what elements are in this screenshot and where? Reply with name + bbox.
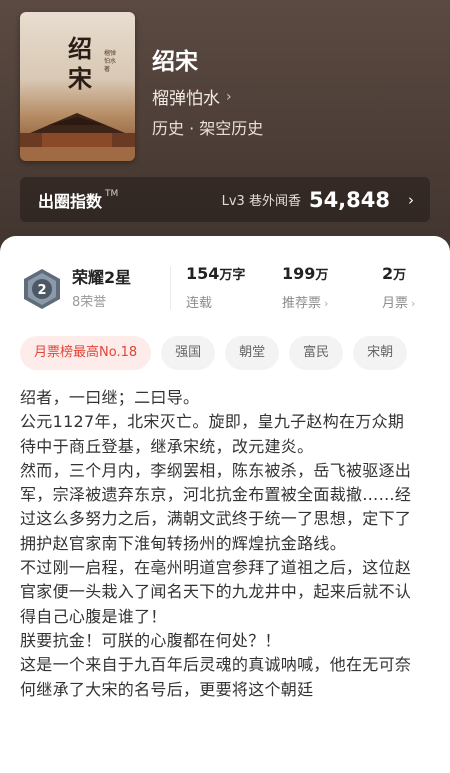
cover-subtitle: 榴弹怕水 著	[104, 50, 117, 73]
tag-item[interactable]: 朝堂	[225, 336, 280, 370]
chevron-right-icon: ›	[324, 297, 329, 310]
synopsis-paragraph: 这是一个来自于九百年后灵魂的真诚呐喊，他在无可奈何继承了大宋的名号后，更要将这个…	[20, 655, 412, 699]
chevron-right-icon: ›	[411, 297, 416, 310]
synopsis-paragraph: 绍者，一曰继；二曰导。	[20, 388, 200, 407]
tag-item[interactable]: 富民	[289, 336, 344, 370]
index-label: 出圈指数	[38, 191, 103, 211]
book-detail-panel: 2 荣耀2星 8荣誉 154万字 连载 199万 推荐票 › 2万 月票 › 月票榜…	[0, 236, 450, 773]
stat-monthly-votes[interactable]: 2万 月票 ›	[382, 264, 415, 311]
stat-value: 154	[186, 264, 220, 283]
cover-title: 绍宋	[68, 34, 92, 93]
stat-recommend-votes[interactable]: 199万 推荐票 ›	[282, 264, 328, 311]
stat-value: 199	[282, 264, 316, 283]
synopsis-paragraph: 然而，三个月内，李纲罢相，陈东被杀，岳飞被驱逐出军，宗泽被遗弃东京，河北抗金布置…	[20, 460, 412, 553]
trademark-mark: TM	[105, 189, 119, 199]
stat-label: 推荐票	[282, 296, 322, 311]
tag-list: 月票榜最高No.18 强国 朝堂 富民 宋朝	[20, 336, 450, 370]
index-level: Lv3 巷外闻香	[221, 194, 301, 209]
index-value: 54,848	[308, 187, 390, 212]
synopsis-paragraph: 公元1127年，北宋灭亡。旋即，皇九子赵构在万众期待中于商丘登基，继承宋统，改元…	[20, 412, 405, 456]
popularity-index-bar[interactable]: 出圈指数 TM Lv3 巷外闻香 54,848 ›	[20, 177, 430, 222]
stat-value: 2	[382, 264, 394, 283]
tag-item[interactable]: 强国	[161, 336, 216, 370]
chevron-right-icon: ›	[226, 88, 232, 105]
chevron-right-icon: ›	[408, 190, 414, 209]
book-genre: 历史 · 架空历史	[152, 119, 264, 138]
author-name: 榴弹怕水	[152, 89, 220, 109]
honor-count: 8荣誉	[72, 295, 107, 310]
stat-unit: 万	[393, 268, 407, 283]
stat-unit: 万字	[219, 268, 246, 283]
synopsis-paragraph: 不过刚一启程，在亳州明道宫参拜了道祖之后，这位赵官家便一头栽入了闻名天下的九龙井…	[20, 558, 412, 626]
synopsis-paragraph: 朕要抗金！可朕的心腹都在何处？！	[20, 630, 281, 650]
honor-badge-icon[interactable]: 2	[22, 268, 62, 310]
honor-name: 荣耀2星	[72, 268, 132, 287]
book-cover[interactable]: 绍宋 榴弹怕水 著	[20, 12, 135, 161]
book-title: 绍宋	[152, 49, 198, 75]
stat-label: 连载	[186, 296, 213, 311]
stat-word-count: 154万字 连载	[186, 264, 245, 311]
author-link[interactable]: 榴弹怕水 ›	[152, 84, 232, 110]
stat-unit: 万	[315, 268, 329, 283]
book-synopsis[interactable]: 绍者，一曰继；二曰导。 公元1127年，北宋灭亡。旋即，皇九子赵构在万众期待中于…	[20, 386, 420, 702]
book-header: 绍宋 榴弹怕水 著 绍宋 榴弹怕水 › 历史 · 架空历史 出圈指数 TM Lv…	[0, 0, 450, 270]
synopsis-fade	[0, 733, 450, 773]
badge-number: 2	[37, 283, 46, 298]
tag-ranking[interactable]: 月票榜最高No.18	[20, 336, 152, 370]
palace-illustration	[20, 113, 135, 161]
stat-label: 月票	[382, 296, 409, 311]
divider	[170, 266, 171, 310]
tag-item[interactable]: 宋朝	[353, 336, 408, 370]
